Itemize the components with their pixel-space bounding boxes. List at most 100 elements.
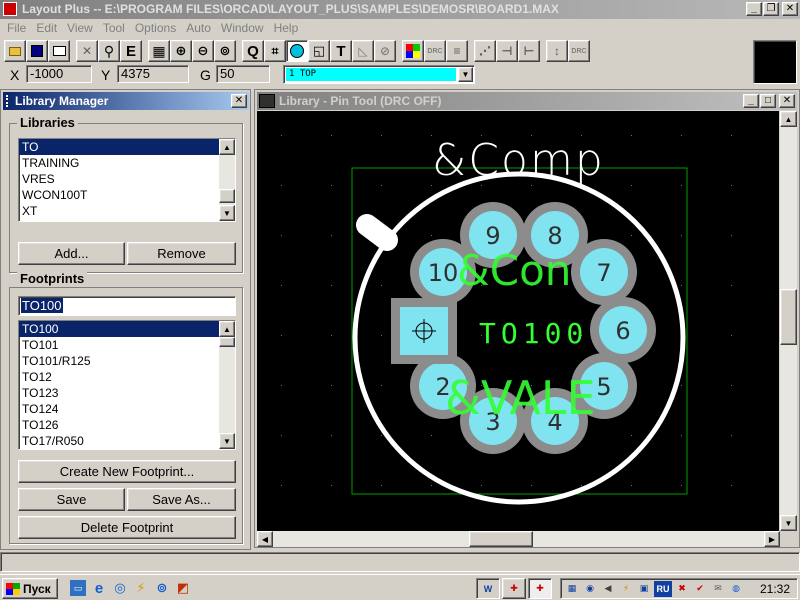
scroll-up-icon[interactable]: ▲ [780, 111, 797, 127]
child-maximize-button[interactable]: □ [760, 94, 776, 108]
pin-tool-icon[interactable] [286, 40, 308, 62]
volume-icon[interactable]: ◀ [600, 581, 616, 597]
layer-select[interactable]: 1 TOP ▼ [283, 65, 475, 84]
footprints-list[interactable]: TO100 TO101 TO101/R125 TO12 TO123 TO124 … [18, 320, 236, 450]
panel-close-button[interactable]: ✕ [231, 94, 247, 108]
menu-file[interactable]: File [2, 19, 31, 37]
outlook-icon[interactable]: ◎ [112, 580, 128, 596]
save-as-button[interactable]: Save As... [127, 488, 236, 511]
layout-task-icon[interactable]: ✚ [502, 578, 526, 599]
search-icon[interactable]: ⊚ [154, 580, 170, 596]
list-item[interactable]: TO100 [19, 321, 219, 337]
comp-tool-icon[interactable]: ◱ [308, 40, 330, 62]
layout-active-task-icon[interactable]: ✚ [528, 578, 552, 599]
save-icon[interactable] [26, 40, 48, 62]
app-launch-icon[interactable]: ◩ [175, 580, 191, 596]
menu-help[interactable]: Help [269, 19, 304, 37]
zoom-all-icon[interactable]: ⊚ [214, 40, 236, 62]
menu-view[interactable]: View [62, 19, 98, 37]
close-button[interactable]: ✕ [782, 2, 798, 16]
spreadsheet-icon[interactable]: ▦ [148, 40, 170, 62]
refresh-icon[interactable]: ↕ [546, 40, 568, 62]
canvas-vscrollbar[interactable]: ▲ ▼ [780, 111, 797, 531]
list-item[interactable]: TO124 [19, 401, 235, 417]
check-tray-icon[interactable]: ✔ [692, 581, 708, 597]
error-tray-icon[interactable]: ✖ [674, 581, 690, 597]
error-icon[interactable]: ⊘ [374, 40, 396, 62]
footprint-search-input[interactable]: TO100 [18, 296, 236, 316]
obstacle-tool-icon[interactable]: ◺ [352, 40, 374, 62]
start-button[interactable]: Пуск [2, 578, 58, 599]
child-close-button[interactable]: ✕ [779, 94, 795, 108]
save-button[interactable]: Save [18, 488, 125, 511]
restore-button[interactable]: ❐ [763, 2, 779, 16]
child-minimize-button[interactable]: _ [743, 94, 759, 108]
pad-6[interactable]: 6 [590, 297, 656, 363]
lightning-icon[interactable]: ⚡ [133, 580, 149, 596]
zoom-in-icon[interactable]: ⊕ [170, 40, 192, 62]
text-tool-icon[interactable]: T [330, 40, 352, 62]
libraries-list[interactable]: TO TRAINING VRES WCON100T XT ▲ ▼ [18, 138, 236, 222]
open-icon[interactable] [4, 40, 26, 62]
antivirus-icon[interactable]: ◉ [582, 581, 598, 597]
browser-icon[interactable]: e [91, 580, 107, 597]
display-icon[interactable]: ▣ [636, 581, 652, 597]
power-icon[interactable]: ⚡ [618, 581, 634, 597]
scroll-left-icon[interactable]: ◀ [257, 531, 273, 547]
scroll-thumb[interactable] [219, 189, 235, 203]
edit-icon[interactable]: E [120, 40, 142, 62]
scroll-thumb[interactable] [219, 337, 235, 347]
add-library-button[interactable]: Add... [18, 242, 125, 265]
scroll-down-icon[interactable]: ▼ [219, 433, 235, 449]
list-item[interactable]: TO12 [19, 369, 235, 385]
mail-tray-icon[interactable]: ✉ [710, 581, 726, 597]
find-icon[interactable]: ⚲ [98, 40, 120, 62]
libraries-scrollbar[interactable]: ▲ ▼ [219, 139, 235, 221]
scroll-down-icon[interactable]: ▼ [219, 205, 235, 221]
menu-tool[interactable]: Tool [98, 19, 130, 37]
list-item[interactable]: WCON100T [19, 187, 235, 203]
delete-icon[interactable]: ✕ [76, 40, 98, 62]
autoroute-icon[interactable]: ⊣ [496, 40, 518, 62]
globe-tray-icon[interactable]: ◍ [728, 581, 744, 597]
scroll-right-icon[interactable]: ▶ [764, 531, 780, 547]
network-icon[interactable]: ▦ [564, 581, 580, 597]
footprints-scrollbar[interactable]: ▲ ▼ [219, 321, 235, 449]
list-item[interactable]: TO101 [19, 337, 235, 353]
word-task-icon[interactable]: W [476, 578, 500, 599]
menu-window[interactable]: Window [216, 19, 269, 37]
zoom-out-icon[interactable]: ⊖ [192, 40, 214, 62]
minimize-button[interactable]: _ [746, 2, 762, 16]
list-item[interactable]: XT [19, 203, 235, 219]
drc-box-icon[interactable]: DRC [424, 40, 446, 62]
scroll-thumb[interactable] [469, 531, 533, 547]
pad-1[interactable] [391, 298, 457, 364]
list-item[interactable]: VRES [19, 171, 235, 187]
list-item[interactable]: TO101/R125 [19, 353, 235, 369]
list-item[interactable]: TO123 [19, 385, 235, 401]
list-item[interactable]: TO126 [19, 417, 235, 433]
scroll-up-icon[interactable]: ▲ [219, 139, 235, 155]
remove-library-button[interactable]: Remove [127, 242, 236, 265]
route-icon[interactable]: ⋰ [474, 40, 496, 62]
language-indicator[interactable]: RU [654, 580, 672, 597]
list-item[interactable]: TO [19, 139, 219, 155]
canvas-hscrollbar[interactable]: ◀ ▶ [257, 531, 780, 547]
scroll-down-icon[interactable]: ▼ [780, 515, 797, 531]
scroll-up-icon[interactable]: ▲ [219, 321, 235, 337]
list-item[interactable]: TO17/R050 [19, 433, 235, 449]
print-icon[interactable] [48, 40, 70, 62]
design-canvas[interactable]: 2 3 4 5 6 7 8 9 10 &Comp &Con TO100 &VALE [257, 111, 779, 531]
pad-stack-icon[interactable]: ≡ [446, 40, 468, 62]
clean-icon[interactable]: ⊢ [518, 40, 540, 62]
drc-icon[interactable]: DRC [568, 40, 590, 62]
list-item[interactable]: TRAINING [19, 155, 235, 171]
query-icon[interactable]: Q [242, 40, 264, 62]
delete-footprint-button[interactable]: Delete Footprint [18, 516, 236, 539]
color-icon[interactable] [402, 40, 424, 62]
desktop-icon[interactable]: ▭ [70, 580, 86, 596]
create-footprint-button[interactable]: Create New Footprint... [18, 460, 236, 483]
scroll-thumb[interactable] [780, 289, 797, 345]
menu-edit[interactable]: Edit [31, 19, 62, 37]
menu-options[interactable]: Options [130, 19, 181, 37]
